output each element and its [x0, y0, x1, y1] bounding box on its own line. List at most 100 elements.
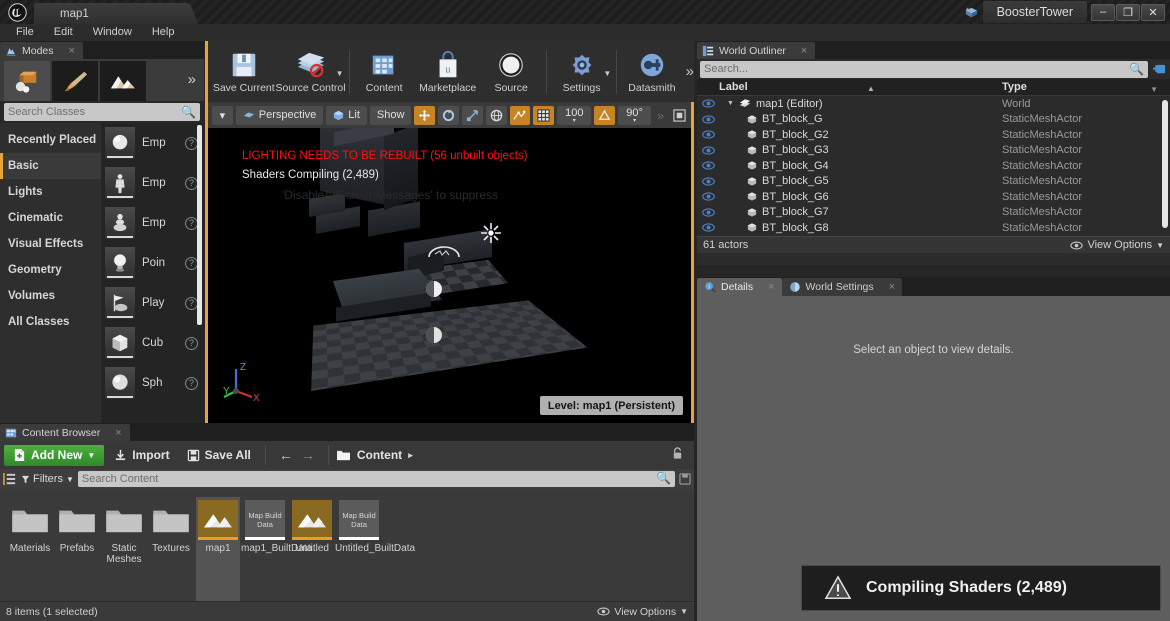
save-current-button[interactable]: Save Current [212, 43, 276, 100]
nav-back-button[interactable]: ← [279, 447, 293, 463]
viewport-toolbar-overflow[interactable]: » [657, 108, 664, 123]
more-modes-button[interactable]: » [188, 71, 196, 88]
category-visual-effects[interactable]: Visual Effects [0, 231, 101, 257]
landscape-mode-button[interactable] [100, 61, 146, 101]
visibility-eye-icon[interactable] [697, 130, 719, 139]
tab-world-settings[interactable]: World Settings × [781, 278, 903, 296]
tab-world-outliner-close-icon[interactable]: × [801, 45, 807, 57]
table-row[interactable]: BT_block_G5 StaticMeshActor [697, 174, 1170, 190]
grid-size-value[interactable]: 100 ▾ [557, 105, 592, 125]
add-new-button[interactable]: Add New ▼ [4, 444, 105, 466]
viewport-menu-button[interactable]: ▾ [212, 105, 233, 125]
save-search-icon[interactable] [679, 473, 691, 485]
list-item[interactable]: Poin ? [101, 243, 204, 283]
project-name[interactable]: BoosterTower [982, 1, 1087, 23]
angle-snap-icon[interactable] [594, 105, 616, 125]
maximize-button[interactable]: ❐ [1116, 3, 1140, 21]
asset-tile[interactable]: Textures [149, 497, 193, 604]
add-actor-icon[interactable] [1151, 61, 1167, 77]
visibility-eye-icon[interactable] [697, 192, 719, 201]
close-button[interactable]: ✕ [1141, 3, 1165, 21]
visibility-eye-icon[interactable] [697, 115, 719, 124]
toolbar-overflow-button[interactable]: » [686, 63, 694, 80]
datasmith-button[interactable]: Datasmith [620, 43, 684, 100]
list-item[interactable]: Cub ? [101, 323, 204, 363]
outliner-view-options-button[interactable]: View Options ▼ [1070, 239, 1164, 251]
outliner-rows[interactable]: ▼ map1 (Editor) World BT_block_G StaticM… [697, 96, 1170, 236]
marketplace-button[interactable]: u Marketplace [416, 43, 480, 100]
scale-gizmo-icon[interactable] [461, 105, 483, 125]
search-content-input[interactable]: Search Content 🔍 [77, 471, 675, 487]
category-basic[interactable]: Basic [0, 153, 101, 179]
search-classes-input[interactable]: Search Classes 🔍 [4, 103, 200, 121]
table-row[interactable]: BT_block_G6 StaticMeshActor [697, 189, 1170, 205]
source-control-button[interactable]: Source Control ▼ [276, 43, 346, 100]
visibility-eye-icon[interactable] [697, 208, 719, 217]
list-item[interactable]: Sph ? [101, 363, 204, 403]
tab-modes[interactable]: Modes × [0, 42, 83, 59]
world-coordinate-icon[interactable] [485, 105, 507, 125]
lock-icon[interactable] [671, 446, 684, 464]
visibility-eye-icon[interactable] [697, 177, 719, 186]
surface-snap-icon[interactable] [509, 105, 531, 125]
settings-button[interactable]: Settings ▼ [550, 43, 614, 100]
asset-tile[interactable]: Static Meshes [102, 497, 146, 604]
table-row[interactable]: BT_block_G2 StaticMeshActor [697, 127, 1170, 143]
breadcrumb[interactable]: Content ▸ [336, 448, 413, 462]
placeable-list[interactable]: Emp ? Emp ? Emp ? Poin ? Play ? Cub ? Sp… [101, 123, 204, 425]
asset-tile[interactable]: Map Build Data Untitled_BuiltData [335, 497, 415, 604]
table-row[interactable]: BT_block_G4 StaticMeshActor [697, 158, 1170, 174]
table-row[interactable]: BT_block_G7 StaticMeshActor [697, 205, 1170, 221]
table-row[interactable]: BT_block_G StaticMeshActor [697, 112, 1170, 128]
visibility-eye-icon[interactable] [697, 161, 719, 170]
content-button[interactable]: Content [352, 43, 416, 100]
tab-content-browser[interactable]: Content Browser × [0, 424, 130, 441]
category-geometry[interactable]: Geometry [0, 257, 101, 283]
category-recently-placed[interactable]: Recently Placed [0, 127, 101, 153]
placeable-list-scrollbar[interactable] [197, 125, 202, 325]
translate-gizmo-icon[interactable] [414, 105, 436, 125]
visibility-eye-icon[interactable] [697, 99, 719, 108]
table-row[interactable]: BT_block_G8 StaticMeshActor [697, 220, 1170, 236]
sources-panel-icon[interactable] [3, 472, 17, 486]
visibility-eye-icon[interactable] [697, 146, 719, 155]
category-volumes[interactable]: Volumes [0, 283, 101, 309]
angle-size-value[interactable]: 90° ▾ [618, 105, 651, 125]
view-mode-button[interactable]: Lit [326, 105, 367, 125]
show-menu-button[interactable]: Show [369, 105, 412, 125]
menu-edit[interactable]: Edit [44, 24, 83, 41]
nav-forward-button[interactable]: → [301, 447, 315, 463]
asset-grid[interactable]: Materials Prefabs Static Meshes Textures… [0, 489, 694, 604]
tab-details-close-icon[interactable]: × [768, 281, 774, 293]
category-cinematic[interactable]: Cinematic [0, 205, 101, 231]
unreal-logo-icon[interactable] [0, 0, 34, 24]
maximize-viewport-icon[interactable] [671, 107, 687, 123]
tab-details[interactable]: i Details × [697, 278, 782, 296]
visibility-eye-icon[interactable] [697, 223, 719, 232]
tab-modes-close-icon[interactable]: × [69, 45, 75, 57]
asset-tile[interactable]: Prefabs [55, 497, 99, 604]
asset-tile-selected[interactable]: map1 [196, 497, 240, 604]
import-button[interactable]: Import [107, 445, 176, 466]
menu-window[interactable]: Window [83, 24, 142, 41]
list-item[interactable]: Emp ? [101, 203, 204, 243]
chevron-down-icon[interactable]: ▼ [336, 69, 344, 78]
paint-mode-button[interactable] [52, 61, 98, 101]
outliner-label-col[interactable]: Label ▲ [719, 81, 1002, 93]
save-all-button[interactable]: Save All [180, 445, 258, 466]
level-tab-map1[interactable]: map1 [34, 3, 184, 24]
source-button[interactable]: Source [479, 43, 543, 100]
help-icon[interactable]: ? [185, 376, 198, 390]
filters-button[interactable]: Filters ▼ [21, 473, 74, 485]
category-all-classes[interactable]: All Classes [0, 309, 101, 335]
asset-tile[interactable]: Materials [8, 497, 52, 604]
category-lights[interactable]: Lights [0, 179, 101, 205]
viewport-canvas[interactable]: LIGHTING NEEDS TO BE REBUILT (56 unbuilt… [208, 128, 691, 423]
rotate-gizmo-icon[interactable] [438, 105, 459, 125]
list-item[interactable]: Emp ? [101, 123, 204, 163]
camera-mode-button[interactable]: Perspective [235, 105, 324, 125]
asset-tile[interactable]: Map Build Data map1_BuiltData [241, 497, 312, 604]
outliner-scrollbar[interactable] [1162, 100, 1168, 228]
menu-file[interactable]: File [6, 24, 44, 41]
table-row[interactable]: ▼ map1 (Editor) World [697, 96, 1170, 112]
